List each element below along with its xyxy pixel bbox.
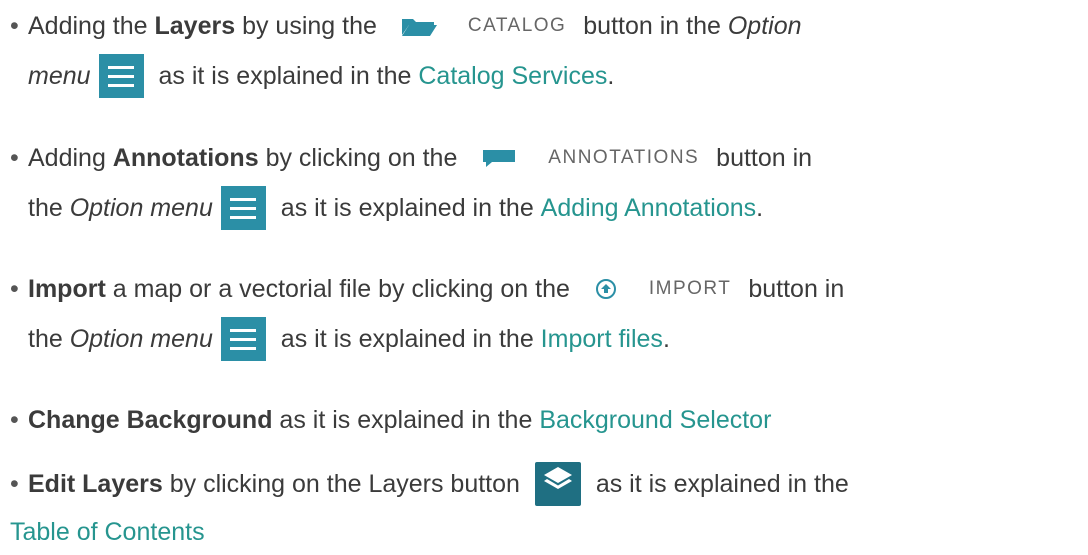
italic-text: Option menu — [69, 325, 213, 353]
option-menu-button[interactable] — [220, 317, 266, 361]
list-item-catalog: • Adding the Layers by using the CATALOG… — [10, 6, 1070, 98]
text: as it is explained in the — [151, 62, 419, 90]
folder-icon — [400, 15, 438, 37]
list-item-import: • Import a map or a vectorial file by cl… — [10, 269, 1070, 361]
option-menu-button[interactable] — [98, 54, 144, 98]
text: button in — [709, 144, 813, 172]
adding-annotations-link[interactable]: Adding Annotations — [541, 188, 756, 228]
bullet: • — [10, 406, 19, 434]
list-item-edit-layers: • Edit Layers by clicking on the Layers … — [10, 462, 1070, 552]
text: the — [28, 194, 70, 222]
text: . — [756, 194, 764, 222]
italic-text: Option menu — [69, 194, 213, 222]
annotations-button-label: ANNOTATIONS — [548, 147, 700, 168]
bullet: • — [10, 275, 19, 303]
bullet: • — [10, 144, 19, 172]
italic-text: Option — [727, 12, 802, 40]
bold-text: Layers — [154, 12, 236, 40]
bold-text: Annotations — [112, 144, 259, 172]
background-selector-link[interactable]: Background Selector — [539, 400, 771, 440]
bold-text: Import — [28, 275, 106, 303]
list-item-background: • Change Background as it is explained i… — [10, 400, 1070, 440]
text: button in the — [576, 12, 728, 40]
upload-icon — [593, 278, 619, 300]
feature-list: • Adding the Layers by using the CATALOG… — [0, 0, 1088, 555]
import-button[interactable]: IMPORT — [587, 271, 732, 307]
text: by clicking on the — [258, 144, 465, 172]
layers-icon — [542, 464, 574, 504]
catalog-services-link[interactable]: Catalog Services — [418, 56, 607, 96]
bullet: • — [10, 12, 19, 40]
import-button-label: IMPORT — [648, 278, 732, 299]
annotations-button[interactable]: ANNOTATIONS — [474, 140, 699, 176]
catalog-button-label: CATALOG — [467, 15, 567, 36]
text: as it is explained in the — [273, 194, 541, 222]
import-files-link[interactable]: Import files — [541, 319, 663, 359]
text: by clicking on the Layers button — [162, 470, 527, 498]
bullet: • — [10, 470, 19, 498]
text: the — [28, 325, 70, 353]
list-item-annotations: • Adding Annotations by clicking on the … — [10, 138, 1070, 230]
text: Adding the — [28, 12, 155, 40]
comment-icon — [480, 147, 518, 169]
text: a map or a vectorial file by clicking on… — [105, 275, 577, 303]
text: button in — [741, 275, 845, 303]
bold-text: Change Background — [28, 406, 273, 434]
text: as it is explained in the — [273, 325, 541, 353]
italic-text: menu — [28, 62, 91, 90]
option-menu-button[interactable] — [220, 186, 266, 230]
text: . — [662, 325, 670, 353]
text: . — [607, 62, 615, 90]
text: Adding — [28, 144, 113, 172]
text: as it is explained in the — [588, 470, 849, 498]
layers-button[interactable] — [534, 462, 581, 506]
catalog-button[interactable]: CATALOG — [394, 8, 566, 44]
text: as it is explained in the — [272, 406, 540, 434]
table-of-contents-link[interactable]: Table of Contents — [10, 512, 205, 552]
bold-text: Edit Layers — [28, 470, 163, 498]
text: by using the — [235, 12, 384, 40]
